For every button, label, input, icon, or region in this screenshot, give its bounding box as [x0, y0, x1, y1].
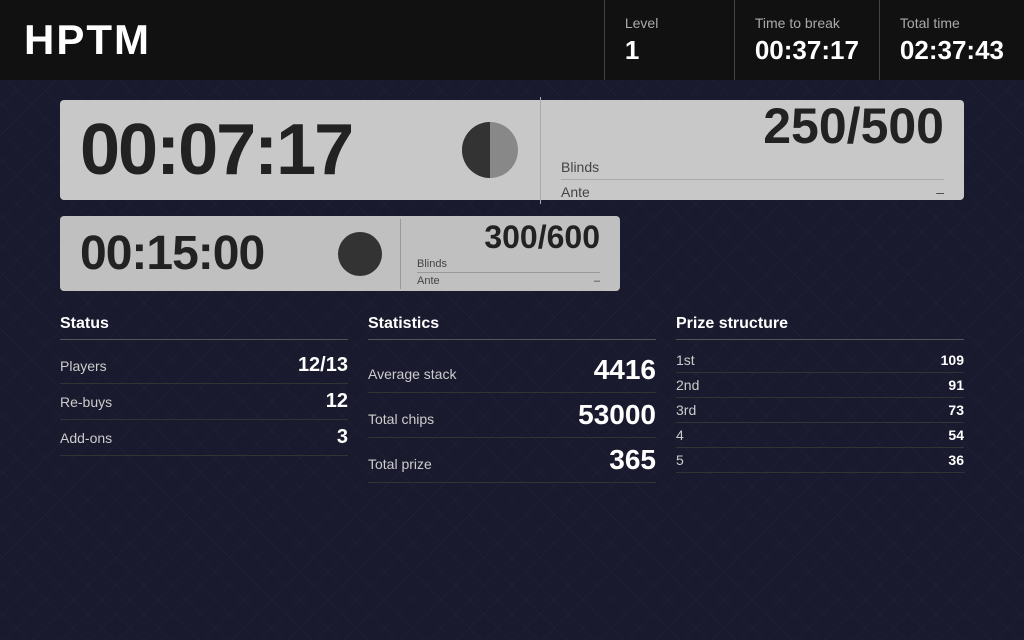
avg-stack-label: Average stack [368, 366, 456, 382]
rebuys-row: Re-buys 12 [60, 384, 348, 420]
level-label: Level [625, 15, 714, 31]
level-cell: Level 1 [604, 0, 734, 80]
total-chips-row: Total chips 53000 [368, 393, 656, 438]
prize-place-value: 91 [948, 377, 964, 393]
total-time-cell: Total time 02:37:43 [879, 0, 1024, 80]
logo-area: HPTM [0, 0, 604, 80]
total-prize-label: Total prize [368, 456, 432, 472]
prize-structure-panel: Prize structure 1st 109 2nd 91 3rd 73 4 54 5 36 [676, 315, 964, 483]
primary-ante-value: – [936, 184, 944, 200]
primary-blinds-row: Blinds [561, 155, 944, 180]
secondary-ante-value: – [594, 275, 600, 287]
total-time-label: Total time [900, 15, 1004, 31]
prize-rows: 1st 109 2nd 91 3rd 73 4 54 5 36 [676, 348, 964, 473]
secondary-ante-label: Ante [417, 275, 440, 287]
prize-structure-title: Prize structure [676, 315, 964, 340]
primary-blinds-label: Blinds [561, 159, 599, 175]
primary-timer-time: 00:07:17 [80, 109, 440, 191]
secondary-blinds-value: 300/600 [484, 219, 600, 255]
statistics-panel: Statistics Average stack 4416 Total chip… [368, 315, 656, 483]
secondary-timer-panel: 00:15:00 300/600 Blinds Ante – [60, 216, 620, 291]
primary-timer-circle [460, 120, 520, 180]
total-prize-value: 365 [609, 444, 656, 476]
prize-place-value: 54 [948, 427, 964, 443]
addons-label: Add-ons [60, 430, 112, 446]
players-label: Players [60, 358, 107, 374]
header: HPTM Level 1 Time to break 00:37:17 Tota… [0, 0, 1024, 80]
time-to-break-label: Time to break [755, 15, 859, 31]
prize-place-label: 3rd [676, 402, 696, 418]
level-value: 1 [625, 35, 714, 66]
prize-row: 5 36 [676, 448, 964, 473]
total-prize-row: Total prize 365 [368, 438, 656, 483]
total-chips-value: 53000 [578, 399, 656, 431]
secondary-ante-row: Ante – [417, 273, 600, 289]
header-info: Level 1 Time to break 00:37:17 Total tim… [604, 0, 1024, 80]
prize-place-label: 1st [676, 352, 695, 368]
time-to-break-cell: Time to break 00:37:17 [734, 0, 879, 80]
players-value: 12/13 [298, 354, 348, 377]
prize-place-label: 4 [676, 427, 684, 443]
prize-row: 4 54 [676, 423, 964, 448]
players-row: Players 12/13 [60, 348, 348, 384]
prize-place-label: 2nd [676, 377, 699, 393]
primary-ante-label: Ante [561, 184, 590, 200]
time-to-break-value: 00:37:17 [755, 35, 859, 66]
avg-stack-value: 4416 [594, 354, 656, 386]
total-chips-label: Total chips [368, 411, 434, 427]
secondary-blinds-info: 300/600 Blinds Ante – [400, 219, 600, 289]
prize-row: 1st 109 [676, 348, 964, 373]
addons-row: Add-ons 3 [60, 420, 348, 456]
avg-stack-row: Average stack 4416 [368, 348, 656, 393]
total-time-value: 02:37:43 [900, 35, 1004, 66]
primary-blinds-value: 250/500 [763, 98, 944, 154]
status-panel: Status Players 12/13 Re-buys 12 Add-ons … [60, 315, 348, 483]
prize-row: 2nd 91 [676, 373, 964, 398]
primary-ante-row: Ante – [561, 180, 944, 204]
prize-place-value: 36 [948, 452, 964, 468]
statistics-title: Statistics [368, 315, 656, 340]
main-content: 00:07:17 250/500 Blinds Ante – 00:15:00 [0, 80, 1024, 503]
secondary-timer-time: 00:15:00 [80, 226, 320, 281]
primary-timer-panel: 00:07:17 250/500 Blinds Ante – [60, 100, 964, 200]
prize-row: 3rd 73 [676, 398, 964, 423]
rebuys-label: Re-buys [60, 394, 112, 410]
status-title: Status [60, 315, 348, 340]
secondary-blinds-label: Blinds [417, 258, 447, 270]
primary-blinds-info: 250/500 Blinds Ante – [540, 97, 944, 204]
prize-place-value: 109 [941, 352, 964, 368]
secondary-timer-circle [336, 230, 384, 278]
addons-value: 3 [337, 426, 348, 449]
prize-place-value: 73 [948, 402, 964, 418]
rebuys-value: 12 [326, 390, 348, 413]
stats-section: Status Players 12/13 Re-buys 12 Add-ons … [60, 315, 964, 483]
secondary-blinds-row: Blinds [417, 256, 600, 273]
logo-text: HPTM [24, 16, 151, 64]
prize-place-label: 5 [676, 452, 684, 468]
